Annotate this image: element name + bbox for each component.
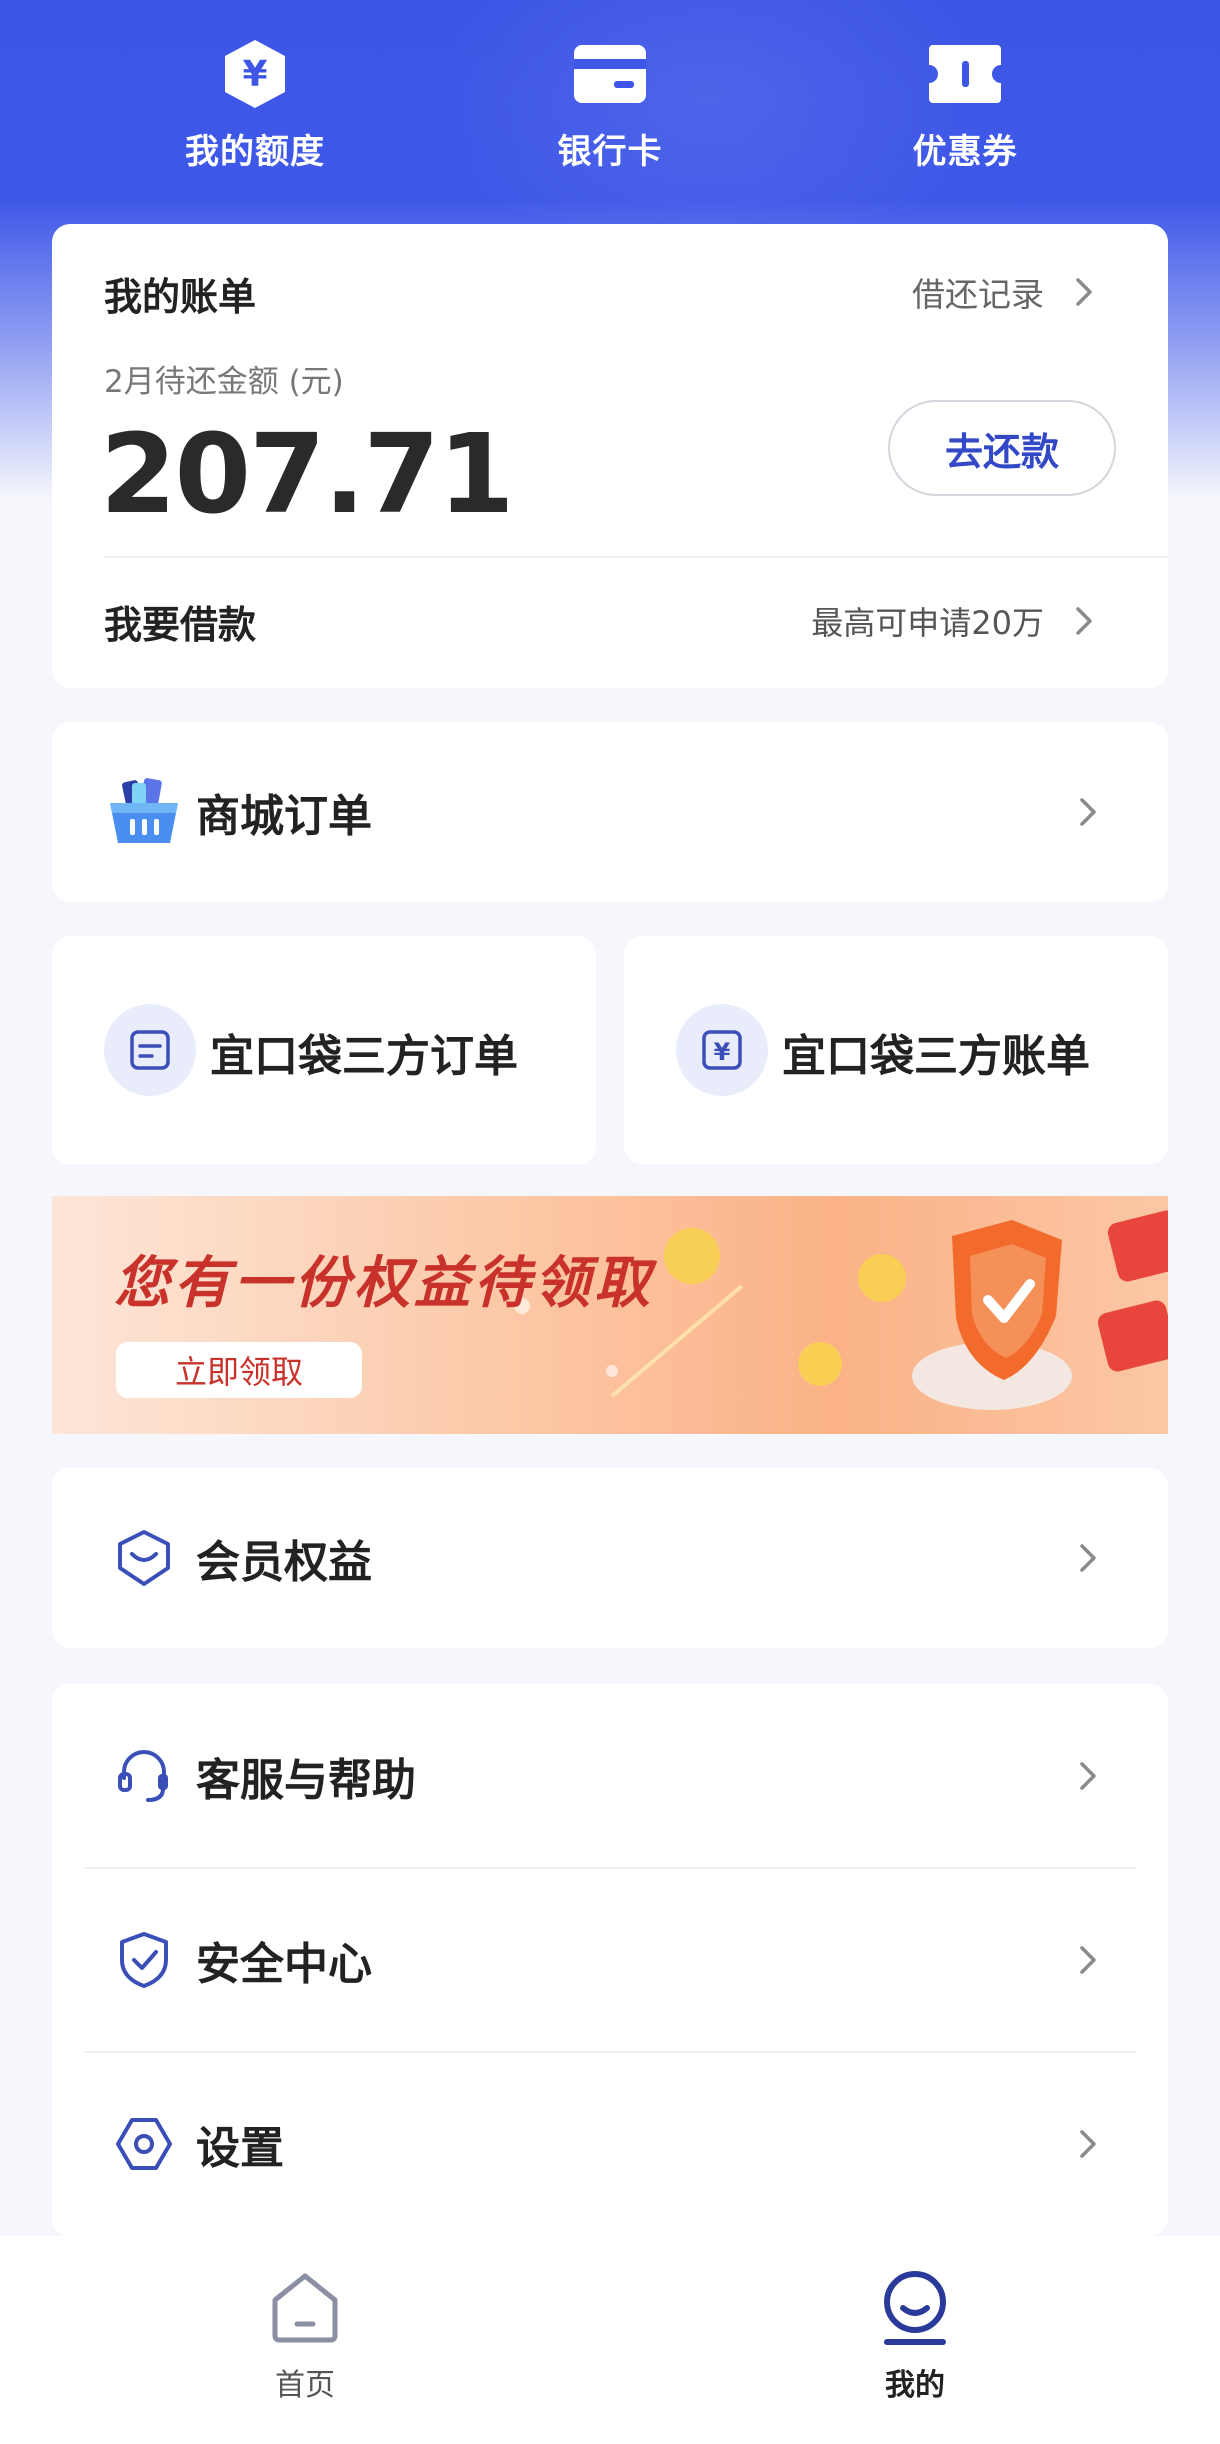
third-party-bill-card[interactable]: ¥ 宜口袋三方账单 bbox=[624, 936, 1168, 1164]
due-amount-value: 207.71 bbox=[100, 410, 514, 538]
quick-nav-label: 优惠券 bbox=[912, 132, 1018, 172]
claim-now-button[interactable]: 立即领取 bbox=[116, 1342, 362, 1398]
chevron-right-icon bbox=[1076, 607, 1092, 635]
menu-item-security-center[interactable]: 安全中心 bbox=[52, 1868, 1168, 2052]
tab-home[interactable]: 首页 bbox=[195, 2268, 415, 2418]
third-party-order-label: 宜口袋三方订单 bbox=[210, 1031, 518, 1082]
settings-menu-card: 客服与帮助 安全中心 设置 bbox=[52, 1684, 1168, 2236]
third-party-bill-label: 宜口袋三方账单 bbox=[782, 1031, 1090, 1082]
borrow-row[interactable]: 我要借款 最高可申请20万 bbox=[52, 558, 1168, 688]
mall-order-label: 商城订单 bbox=[196, 791, 372, 842]
chevron-right-icon bbox=[1080, 1544, 1096, 1572]
coupon-icon bbox=[925, 38, 1005, 110]
tab-label: 我的 bbox=[885, 2368, 945, 2403]
rights-promo-banner[interactable]: 您有一份权益待领取 立即领取 bbox=[52, 1196, 1168, 1434]
member-badge-icon bbox=[104, 1518, 184, 1598]
home-icon bbox=[265, 2268, 345, 2348]
due-amount-label: 2月待还金额 (元) bbox=[104, 364, 344, 400]
mall-order-row[interactable]: 商城订单 bbox=[52, 722, 1168, 902]
member-benefits-row[interactable]: 会员权益 bbox=[52, 1468, 1168, 1648]
tab-label: 首页 bbox=[275, 2368, 335, 2403]
order-doc-icon bbox=[104, 1004, 196, 1096]
menu-item-customer-service[interactable]: 客服与帮助 bbox=[52, 1684, 1168, 1868]
quick-nav-bank-card[interactable]: 银行卡 bbox=[490, 38, 730, 178]
record-link-label: 借还记录 bbox=[912, 275, 1044, 314]
chevron-right-icon bbox=[1080, 1762, 1096, 1790]
chevron-right-icon bbox=[1080, 1946, 1096, 1974]
borrow-limit-note: 最高可申请20万 bbox=[811, 598, 1106, 644]
yuan-bill-icon: ¥ bbox=[676, 1004, 768, 1096]
menu-item-label: 安全中心 bbox=[196, 1939, 372, 1990]
bottom-tab-bar: 首页 我的 bbox=[0, 2236, 1220, 2444]
shield-check-icon bbox=[104, 1920, 184, 2000]
menu-item-label: 设置 bbox=[196, 2123, 284, 2174]
chevron-right-icon bbox=[1076, 278, 1092, 306]
quick-nav-credit-limit[interactable]: ¥ 我的额度 bbox=[135, 38, 375, 178]
member-benefits-label: 会员权益 bbox=[196, 1537, 372, 1588]
profile-icon bbox=[875, 2268, 955, 2348]
headset-icon bbox=[104, 1736, 184, 1816]
settings-hexagon-icon bbox=[104, 2104, 184, 2184]
repay-button[interactable]: 去还款 bbox=[888, 400, 1116, 496]
menu-item-label: 客服与帮助 bbox=[196, 1755, 416, 1806]
borrow-label: 我要借款 bbox=[104, 603, 257, 647]
quick-nav-label: 我的额度 bbox=[185, 132, 325, 172]
yuan-hexagon-icon: ¥ bbox=[215, 38, 295, 110]
bank-card-icon bbox=[570, 38, 650, 110]
chevron-right-icon bbox=[1080, 2130, 1096, 2158]
borrow-repay-record-link[interactable]: 借还记录 bbox=[912, 268, 1106, 316]
banner-title: 您有一份权益待领取 bbox=[114, 1251, 654, 1316]
quick-nav-label: 银行卡 bbox=[557, 132, 663, 172]
menu-item-settings[interactable]: 设置 bbox=[52, 2052, 1168, 2236]
svg-text:¥: ¥ bbox=[242, 54, 267, 95]
chevron-right-icon bbox=[1080, 798, 1096, 826]
third-party-order-card[interactable]: 宜口袋三方订单 bbox=[52, 936, 596, 1164]
quick-nav: ¥ 我的额度 银行卡 优惠券 bbox=[0, 0, 1220, 200]
bill-title: 我的账单 bbox=[104, 275, 257, 319]
bill-card: 我的账单 借还记录 2月待还金额 (元) 207.71 去还款 我要借款 最高可… bbox=[52, 224, 1168, 688]
quick-nav-coupons[interactable]: 优惠券 bbox=[845, 38, 1085, 178]
borrow-note-text: 最高可申请20万 bbox=[811, 604, 1044, 642]
tab-mine[interactable]: 我的 bbox=[805, 2268, 1025, 2418]
svg-text:¥: ¥ bbox=[714, 1038, 731, 1066]
shopping-basket-icon bbox=[104, 772, 184, 852]
